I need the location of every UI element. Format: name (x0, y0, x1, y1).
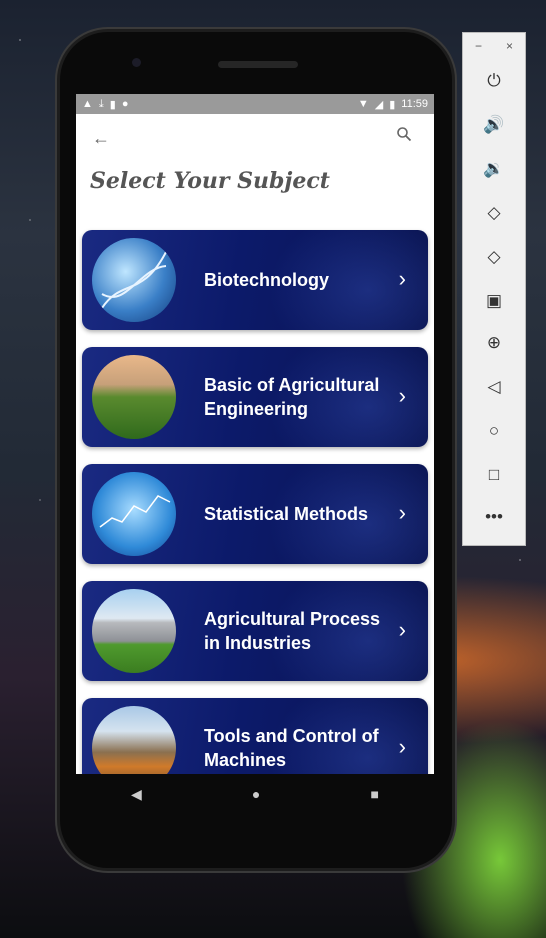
chevron-right-icon: › (398, 266, 406, 291)
power-icon[interactable]: ⏻ (463, 71, 525, 91)
chevron-right-icon: › (398, 617, 406, 642)
earpiece-speaker (218, 61, 298, 68)
status-bar: ▲ ⤓ ▮ ● ▼ ◢ ▮ 11:59 (76, 94, 434, 114)
subject-card-agri-engineering[interactable]: Basic of Agricultural Engineering › (82, 347, 428, 447)
subject-label: Agricultural Process in Industries (204, 609, 381, 653)
page-title: Select Your Subject (90, 168, 330, 194)
sync-icon: ● (121, 97, 129, 110)
subject-label: Tools and Control of Machines (204, 726, 379, 770)
battery-icon: ▮ (389, 98, 396, 111)
nav-home-icon[interactable]: ● (252, 786, 260, 802)
subject-card-tools-control[interactable]: Tools and Control of Machines › (82, 698, 428, 774)
chevron-right-icon: › (398, 734, 406, 759)
nav-recents-icon[interactable]: ■ (370, 786, 378, 802)
nav-back-icon[interactable]: ◀ (131, 786, 142, 803)
rotate-left-icon[interactable]: ◇ (463, 203, 525, 223)
subject-card-biotechnology[interactable]: Biotechnology › (82, 230, 428, 330)
more-icon[interactable]: ••• (463, 507, 525, 527)
farm-field-image (92, 355, 176, 439)
app-bar: ← (76, 114, 434, 162)
subject-card-agri-process[interactable]: Agricultural Process in Industries › (82, 581, 428, 681)
volume-down-icon[interactable]: 🔉 (463, 159, 525, 179)
front-camera (132, 58, 141, 67)
subject-label: Biotechnology (204, 270, 329, 290)
emulator-toolbar: − × ⏻ 🔊 🔉 ◇ ◇ ▣ ⊕ ◁ ○ □ ••• (462, 32, 526, 546)
overview-icon[interactable]: □ (463, 465, 525, 485)
home-icon[interactable]: ○ (463, 421, 525, 441)
minimize-button[interactable]: − (475, 39, 482, 53)
chevron-right-icon: › (398, 383, 406, 408)
wifi-icon: ▼ (357, 98, 369, 110)
app-screen: ▲ ⤓ ▮ ● ▼ ◢ ▮ 11:59 ← Select Your Subjec… (76, 94, 434, 774)
rotate-right-icon[interactable]: ◇ (463, 247, 525, 267)
subject-card-statistical-methods[interactable]: Statistical Methods › (82, 464, 428, 564)
statistics-image (92, 472, 176, 556)
signal-icon: ◢ (374, 98, 384, 111)
dna-image (92, 238, 176, 322)
grain-silo-image (92, 589, 176, 673)
chevron-right-icon: › (398, 500, 406, 525)
sd-card-icon: ▮ (109, 98, 116, 111)
alert-icon: ▲ (82, 97, 93, 110)
download-icon: ⤓ (98, 97, 104, 110)
camera-icon[interactable]: ▣ (463, 291, 525, 311)
subject-label: Basic of Agricultural Engineering (204, 375, 380, 419)
zoom-icon[interactable]: ⊕ (463, 333, 525, 353)
status-time: 11:59 (401, 98, 428, 110)
android-nav-bar: ◀ ● ■ (76, 774, 434, 814)
tractor-image (92, 706, 176, 774)
back-icon[interactable]: ◁ (463, 377, 525, 397)
back-arrow-icon[interactable]: ← (92, 128, 110, 149)
subject-label: Statistical Methods (204, 504, 369, 524)
close-button[interactable]: × (506, 39, 513, 53)
volume-up-icon[interactable]: 🔊 (463, 115, 525, 135)
subject-list: Biotechnology › Basic of Agricultural En… (82, 230, 428, 774)
search-icon[interactable] (396, 126, 412, 142)
